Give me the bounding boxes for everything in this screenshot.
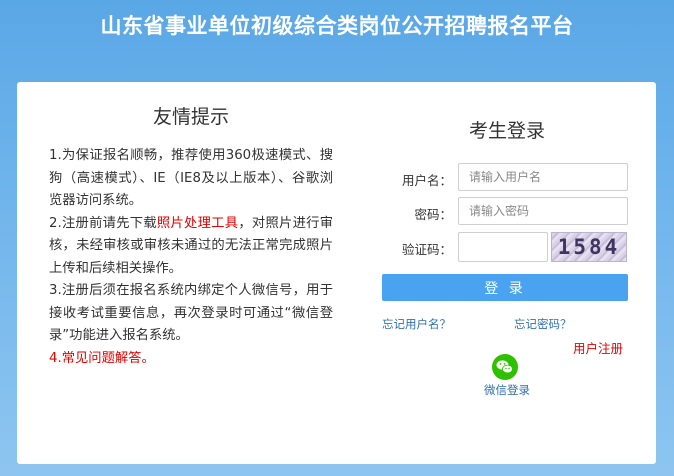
login-title: 考生登录 <box>468 120 545 142</box>
forgot-password-link[interactable]: 忘记密码？ <box>514 316 572 332</box>
password-input[interactable] <box>458 197 628 225</box>
tip-item-2-prefix: 2.注册前请先下载 <box>49 215 157 231</box>
page-title: 山东省事业单位初级综合类岗位公开招聘报名平台 <box>100 14 574 38</box>
tip-item-2: 2.注册前请先下载照片处理工具，对照片进行审核，未经审核或审核未通过的无法正常完… <box>49 213 333 281</box>
captcha-label: 验证码： <box>401 242 452 257</box>
tips-title: 友情提示 <box>152 106 229 128</box>
captcha-input[interactable] <box>458 232 548 262</box>
username-row: 用户名： <box>380 163 634 193</box>
tip-item-1: 1.为保证报名顺畅，推荐使用360极速模式、搜狗（高速模式）、IE（IE8及以上… <box>49 148 333 208</box>
forgot-username-link[interactable]: 忘记用户名？ <box>382 316 451 332</box>
tip-item-4: 4.常见问题解答。 <box>49 348 333 371</box>
wechat-login[interactable]: 微信登录 <box>380 354 634 404</box>
captcha-row: 验证码： 1584 <box>380 232 634 262</box>
password-row: 密码： <box>380 197 634 227</box>
tip-item-4-prefix: 4. <box>49 350 62 366</box>
wechat-icon[interactable] <box>492 354 518 380</box>
captcha-image[interactable]: 1584 <box>551 232 627 262</box>
wechat-login-label[interactable]: 微信登录 <box>380 382 634 398</box>
faq-link[interactable]: 常见问题解答。 <box>62 351 155 366</box>
login-button[interactable]: 登 录 <box>382 274 628 301</box>
tip-item-3: 3.注册后须在报名系统内绑定个人微信号，用于接收考试重要信息，再次登录时可通过“… <box>49 283 333 343</box>
username-label: 用户名： <box>401 173 452 188</box>
photo-tool-link[interactable]: 照片处理工具 <box>157 216 238 231</box>
main-card: 友情提示 1.为保证报名顺畅，推荐使用360极速模式、搜狗（高速模式）、IE（I… <box>17 82 656 464</box>
tips-panel: 友情提示 1.为保证报名顺畅，推荐使用360极速模式、搜狗（高速模式）、IE（I… <box>49 102 333 370</box>
password-label: 密码： <box>414 207 452 222</box>
username-input[interactable] <box>458 163 628 191</box>
